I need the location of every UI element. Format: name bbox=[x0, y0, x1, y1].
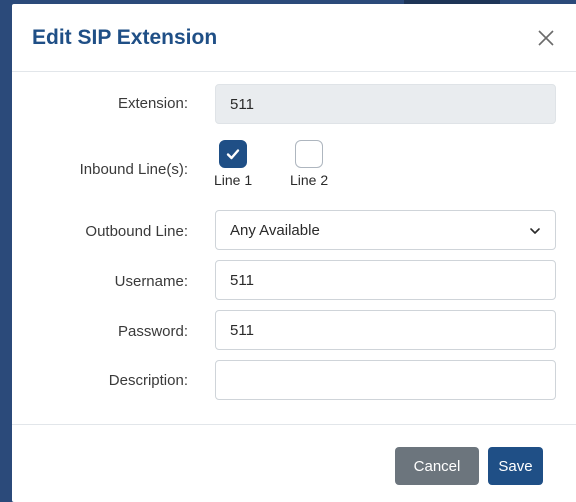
inbound-lines-label: Inbound Line(s): bbox=[79, 161, 188, 178]
description-label: Description: bbox=[108, 372, 188, 389]
dialog-body: Extension: 511 Inbound Line(s): Line 1 L… bbox=[12, 72, 576, 424]
close-icon bbox=[538, 29, 554, 46]
inbound-line-2-option[interactable]: Line 2 bbox=[290, 140, 328, 188]
extension-value: 511 bbox=[230, 95, 254, 113]
password-input[interactable]: 511 bbox=[215, 310, 556, 350]
inbound-line-1-label: Line 1 bbox=[214, 172, 253, 188]
dialog-title: Edit SIP Extension bbox=[32, 25, 218, 49]
outbound-line-value: Any Available bbox=[230, 221, 320, 239]
check-icon bbox=[226, 149, 240, 160]
dialog-header: Edit SIP Extension bbox=[12, 4, 576, 72]
inbound-line-2-label: Line 2 bbox=[290, 172, 329, 188]
extension-field: 511 bbox=[215, 84, 556, 124]
inbound-line-2-checkbox[interactable] bbox=[295, 140, 324, 168]
chevron-down-icon bbox=[530, 228, 540, 234]
outbound-line-label: Outbound Line: bbox=[85, 223, 188, 240]
save-button[interactable]: Save bbox=[488, 447, 543, 485]
username-label: Username: bbox=[114, 273, 188, 290]
password-label: Password: bbox=[117, 323, 188, 340]
edit-sip-extension-dialog: Edit SIP Extension Extension: 511 Inboun… bbox=[12, 4, 576, 502]
close-button[interactable] bbox=[534, 26, 558, 50]
description-input[interactable] bbox=[215, 360, 556, 400]
dialog-footer: Cancel Save bbox=[12, 424, 576, 502]
cancel-button[interactable]: Cancel bbox=[395, 447, 479, 485]
inbound-line-1-option[interactable]: Line 1 bbox=[214, 140, 252, 188]
username-input[interactable]: 511 bbox=[215, 260, 556, 300]
inbound-line-1-checkbox[interactable] bbox=[219, 140, 248, 168]
password-value: 511 bbox=[230, 321, 254, 339]
username-value: 511 bbox=[230, 271, 254, 289]
outbound-line-select[interactable]: Any Available bbox=[215, 210, 556, 250]
extension-label: Extension: bbox=[117, 95, 188, 112]
